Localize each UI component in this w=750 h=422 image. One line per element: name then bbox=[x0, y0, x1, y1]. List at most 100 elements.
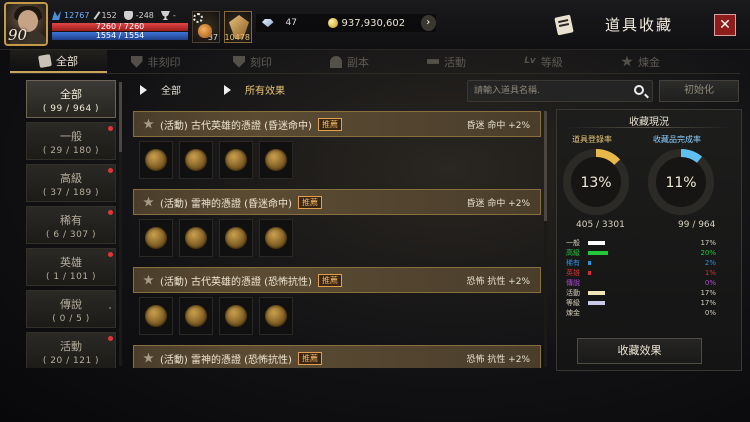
gear-icon[interactable] bbox=[193, 13, 203, 23]
collection-set-header[interactable]: (活動) 古代英雄的憑證 (昏迷命中) 推薦 昏迷 命中 +2% bbox=[133, 111, 541, 137]
list-scrollbar[interactable] bbox=[544, 111, 547, 367]
grade-percent: 17% bbox=[700, 299, 716, 307]
grade-bar bbox=[588, 291, 605, 295]
token-icon bbox=[265, 227, 287, 249]
grade-name: 稀有 bbox=[566, 259, 580, 267]
category-all[interactable]: 全部 ( 99 / 964 ) bbox=[26, 80, 116, 118]
collection-item-slot[interactable] bbox=[219, 297, 253, 335]
collection-item-slot[interactable] bbox=[139, 297, 173, 335]
collection-item-slot[interactable] bbox=[179, 141, 213, 179]
tab-label: 刻印 bbox=[250, 55, 272, 69]
collection-set-name: (活動) 古代英雄的憑證 (恐怖抗性) bbox=[160, 276, 312, 288]
tab-event[interactable]: 活動 bbox=[398, 50, 495, 73]
category-count: ( 0 / 5 ) bbox=[52, 314, 90, 324]
tab-non-engraved[interactable]: 非刻印 bbox=[107, 50, 204, 73]
armor-icon bbox=[123, 11, 133, 20]
quick-slot-wing[interactable]: 10478 bbox=[224, 11, 252, 43]
potion-icon bbox=[198, 24, 212, 38]
reset-button[interactable]: 初始化 bbox=[659, 80, 739, 102]
collection-set-name: (活動) 古代英雄的憑證 (昏迷命中) bbox=[160, 120, 312, 132]
token-icon bbox=[225, 227, 247, 249]
collection-set: (活動) 雷神的憑證 (恐怖抗性) 推薦 恐怖 抗性 +2% bbox=[133, 345, 541, 368]
grade-bar bbox=[588, 241, 605, 245]
collection-item-slot[interactable] bbox=[259, 297, 293, 335]
grade-row: 傳說 0% bbox=[566, 278, 716, 288]
status-title: 收藏現況 bbox=[557, 113, 741, 128]
category-count: ( 20 / 121 ) bbox=[42, 356, 100, 366]
gold-count: 937,930,602 bbox=[341, 17, 406, 29]
collection-set-header[interactable]: (活動) 古代英雄的憑證 (恐怖抗性) 推薦 恐怖 抗性 +2% bbox=[133, 267, 541, 293]
token-icon bbox=[145, 305, 167, 327]
effect-filter-dropdown[interactable]: 所有效果 bbox=[224, 82, 285, 97]
tab-label: 煉金 bbox=[638, 55, 660, 69]
collection-set-name: (活動) 雷神的憑證 (恐怖抗性) bbox=[160, 354, 292, 366]
collection-item-slot[interactable] bbox=[219, 219, 253, 257]
favorite-star-icon[interactable] bbox=[143, 274, 154, 285]
tab-alchemy[interactable]: 煉金 bbox=[592, 50, 689, 73]
trophy-value: - bbox=[172, 11, 176, 20]
mp-bar: 1554 / 1554 bbox=[52, 32, 188, 40]
scrollbar-thumb[interactable] bbox=[544, 111, 547, 221]
collection-set-name: (活動) 雷神的憑證 (昏迷命中) bbox=[160, 198, 292, 210]
search-box bbox=[467, 80, 653, 102]
category-filter-dropdown[interactable]: 全部 bbox=[140, 82, 181, 97]
tab-all[interactable]: 全部 bbox=[10, 50, 107, 73]
category-hero[interactable]: 英雄 ( 1 / 101 ) bbox=[26, 248, 116, 286]
grade-percent: 1% bbox=[704, 269, 716, 277]
search-input[interactable] bbox=[468, 81, 628, 101]
grade-percent: 2% bbox=[704, 259, 716, 267]
shield-icon bbox=[130, 55, 143, 68]
grade-percent: 0% bbox=[704, 279, 716, 287]
notification-dot bbox=[108, 252, 113, 257]
tab-bar: 全部 非刻印 刻印 副本 活動 Lv 等級 煉金 bbox=[10, 50, 740, 74]
registration-rate-label: 道具登錄率 bbox=[572, 135, 612, 144]
quick-slot-count: 10478 bbox=[224, 33, 250, 42]
shield-icon bbox=[233, 55, 245, 68]
grade-percent: 17% bbox=[700, 289, 716, 297]
diamond-icon bbox=[262, 19, 274, 27]
grade-row: 稀有 2% bbox=[566, 258, 716, 268]
token-icon bbox=[185, 305, 207, 327]
page-title: 道具收藏 bbox=[605, 16, 674, 34]
collection-item-slot[interactable] bbox=[179, 297, 213, 335]
collection-set-header[interactable]: (活動) 雷神的憑證 (昏迷命中) 推薦 昏迷 命中 +2% bbox=[133, 189, 541, 215]
category-advanced[interactable]: 高級 ( 37 / 189 ) bbox=[26, 164, 116, 202]
completion-rate-value: 11% bbox=[665, 175, 697, 191]
favorite-star-icon[interactable] bbox=[143, 118, 154, 129]
token-icon bbox=[265, 305, 287, 327]
close-button[interactable]: ✕ bbox=[714, 14, 736, 36]
scrollbar-thumb[interactable] bbox=[119, 82, 122, 152]
grade-name: 英雄 bbox=[566, 269, 580, 277]
currency-expand-button[interactable]: › bbox=[420, 15, 436, 31]
search-icon[interactable] bbox=[634, 85, 644, 95]
category-name: 一般 bbox=[60, 130, 82, 143]
collection-item-slot[interactable] bbox=[219, 141, 253, 179]
category-rare[interactable]: 稀有 ( 6 / 307 ) bbox=[26, 206, 116, 244]
tab-level[interactable]: Lv 等級 bbox=[495, 50, 592, 73]
grade-breakdown: 一般 17% 高級 20% 稀有 2% 英雄 1% 傳說 0% 活動 17% 等… bbox=[566, 238, 716, 318]
collection-effect-button[interactable]: 收藏效果 bbox=[577, 338, 702, 364]
token-icon bbox=[185, 227, 207, 249]
collection-item-slot[interactable] bbox=[259, 219, 293, 257]
collection-set-header[interactable]: (活動) 雷神的憑證 (恐怖抗性) 推薦 恐怖 抗性 +2% bbox=[133, 345, 541, 368]
completion-rate-label: 收藏品完成率 bbox=[653, 135, 701, 144]
collection-item-slot[interactable] bbox=[139, 141, 173, 179]
tab-engraved[interactable]: 刻印 bbox=[204, 50, 301, 73]
category-filter-label: 全部 bbox=[161, 86, 181, 97]
category-legend[interactable]: 傳說 ( 0 / 5 ) bbox=[26, 290, 116, 328]
category-scrollbar[interactable] bbox=[119, 82, 122, 366]
collection-item-slot[interactable] bbox=[179, 219, 213, 257]
category-name: 稀有 bbox=[60, 214, 82, 227]
collection-item-slot[interactable] bbox=[139, 219, 173, 257]
favorite-star-icon[interactable] bbox=[143, 196, 154, 207]
category-event[interactable]: 活動 ( 20 / 121 ) bbox=[26, 332, 116, 368]
tab-dungeon[interactable]: 副本 bbox=[301, 50, 398, 73]
grade-name: 等級 bbox=[566, 299, 580, 307]
collection-set: (活動) 古代英雄的憑證 (昏迷命中) 推薦 昏迷 命中 +2% bbox=[133, 111, 541, 189]
category-count: ( 37 / 189 ) bbox=[42, 188, 100, 198]
favorite-star-icon[interactable] bbox=[143, 352, 154, 363]
collection-item-slot[interactable] bbox=[259, 141, 293, 179]
defense-value: -248 bbox=[135, 11, 154, 20]
category-common[interactable]: 一般 ( 29 / 180 ) bbox=[26, 122, 116, 160]
registration-rate-value: 13% bbox=[580, 175, 612, 191]
